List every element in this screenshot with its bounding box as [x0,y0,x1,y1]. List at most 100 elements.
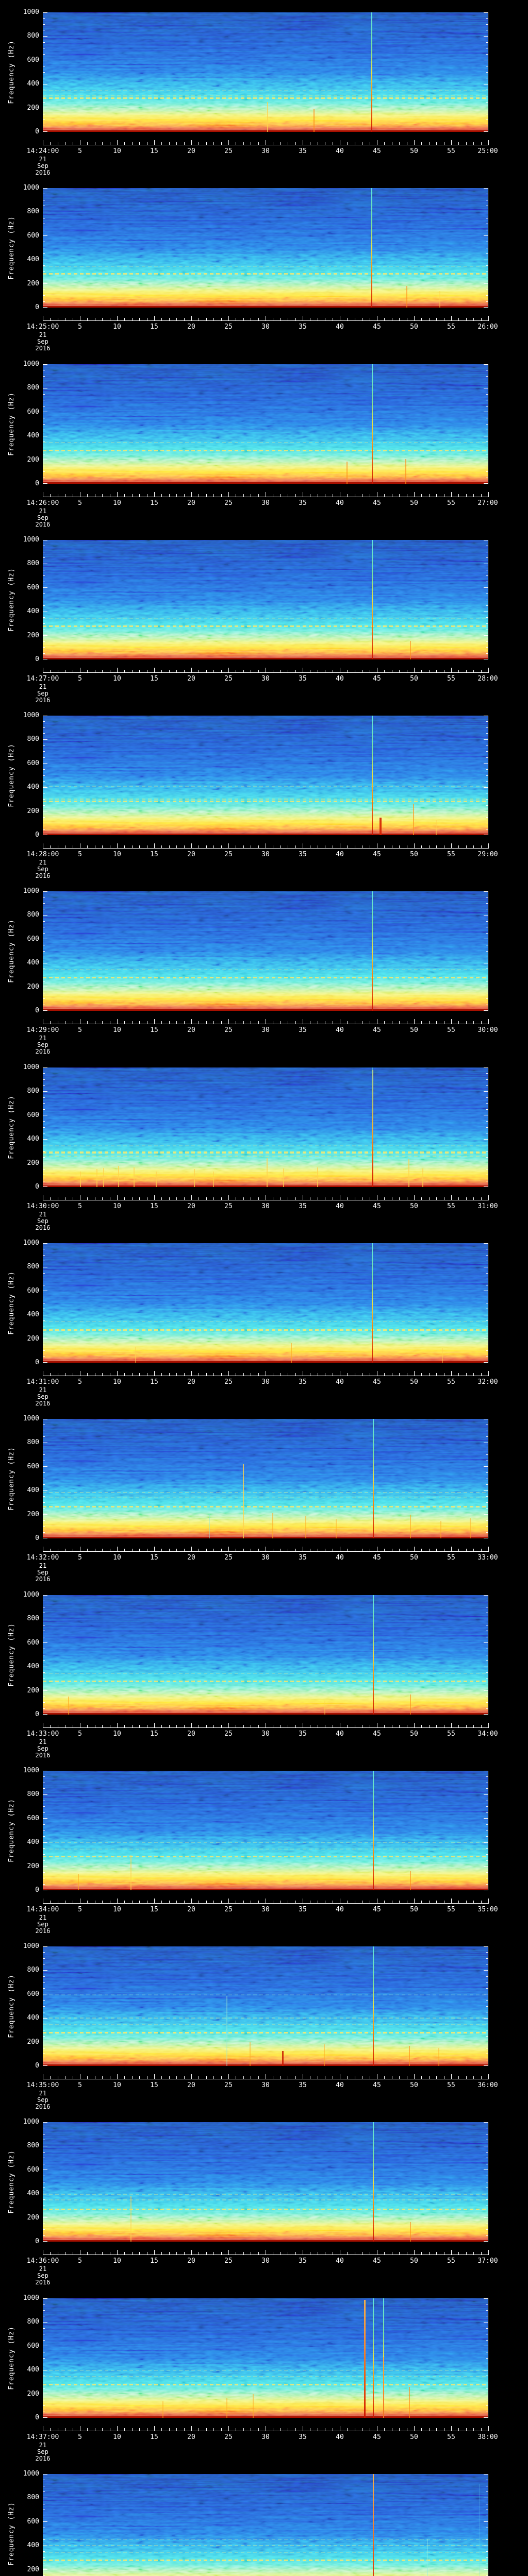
x-tick-label: 45 [373,1906,381,1913]
x-tick [466,1197,467,1200]
x-tick [87,2076,88,2079]
y-tick [43,1642,47,1643]
x-tick [295,670,296,673]
x-tick [451,316,452,321]
start-time-label: 14:37:00 [26,2433,59,2441]
x-tick [131,1725,133,1728]
y-tick [43,471,45,472]
y-tick-label: 600 [27,1814,39,1822]
y-tick [484,2521,488,2522]
tonal-band-line [43,786,488,787]
x-tick [87,1549,88,1552]
x-tick [117,1547,118,1552]
x-tick [228,2250,229,2255]
x-tick [384,1901,385,1904]
x-tick [488,668,489,673]
y-axis-title: Frequency (Hz) [8,392,15,456]
x-tick [139,494,140,497]
transient-spike [193,1169,195,1187]
x-tick [481,1373,482,1376]
x-tick [131,494,133,497]
y-tick-label: 800 [27,911,39,919]
y-tick [43,423,45,425]
x-tick [176,1725,177,1728]
y-tick [43,1109,45,1110]
x-tick [421,2076,422,2079]
y-tick [43,769,45,770]
x-tick [481,845,482,849]
x-tick-label: 25 [224,323,233,331]
y-tick [484,1866,488,1867]
y-tick [486,101,488,103]
y-tick [486,54,488,55]
x-tick [473,1549,474,1552]
y-tick [43,1466,47,1467]
x-tick [436,318,437,321]
x-tick [414,1547,415,1552]
x-tick [481,2076,482,2079]
y-tick-label: 600 [27,2342,39,2350]
x-tick [161,1725,162,1728]
x-tick [243,1549,244,1552]
y-tick [484,2321,488,2323]
tonal-band-line [43,2199,488,2201]
x-axis [43,1547,489,1552]
y-tick [484,1514,488,1515]
y-tick-label: 400 [27,80,39,88]
x-tick [221,2428,222,2431]
x-tick-label: 15 [150,2081,158,2089]
x-tick [428,845,430,849]
x-tick-label: 35 [299,2257,307,2265]
transient-spike [409,1514,411,1538]
y-tick [486,1121,488,1122]
x-tick-label: 25 [224,1202,233,1210]
x-tick [428,2252,430,2255]
y-tick [43,787,47,788]
x-tick [176,1021,177,1024]
transient-spike [372,2298,374,2418]
x-tick [243,1725,244,1728]
y-tick [486,745,488,746]
y-tick [484,1842,488,1843]
y-tick [43,933,45,934]
tonal-band-line [43,801,488,803]
y-tick [486,751,488,752]
x-tick [154,316,155,321]
y-tick [43,805,45,806]
end-time-label: 28:00 [477,675,498,683]
x-tick [87,1725,88,1728]
x-tick-label: 35 [299,1026,307,1034]
spectrogram-plot [43,188,488,308]
y-tick [43,557,45,558]
x-tick [243,318,244,321]
x-tick [258,2428,259,2431]
x-tick-label: 45 [373,1026,381,1034]
x-tick [473,2252,474,2255]
y-tick [43,1073,45,1074]
x-tick [102,2252,103,2255]
y-tick-label: 600 [27,759,39,767]
y-tick [43,1952,45,1953]
x-tick [213,1373,214,1376]
x-tick [488,1195,489,1200]
spectrogram-panel: Frequency (Hz) 14:35:00 36:00 21 Sep 2016 … [0,1934,528,2110]
x-tick [258,142,259,145]
y-tick [43,2521,47,2522]
x-tick [436,1197,437,1200]
transient-spike [372,1419,374,1538]
x-tick [414,668,415,673]
x-tick [414,1019,415,1024]
transient-spike [242,1464,244,1538]
tonal-band-line [43,1506,488,1508]
spectrogram-panel: Frequency (Hz) 14:30:00 31:00 21 Sep 2016 … [0,1055,528,1231]
y-tick [484,787,488,788]
spectrogram-panel: Frequency (Hz) 14:27:00 28:00 21 Sep 2016 … [0,528,528,704]
x-tick [466,1725,467,1728]
x-tick [280,1197,281,1200]
x-tick [347,1549,348,1552]
tonal-band-line [43,799,488,800]
x-tick [206,318,207,321]
y-tick [43,2328,45,2329]
baseline-strip [43,1009,488,1011]
y-tick [484,914,488,916]
